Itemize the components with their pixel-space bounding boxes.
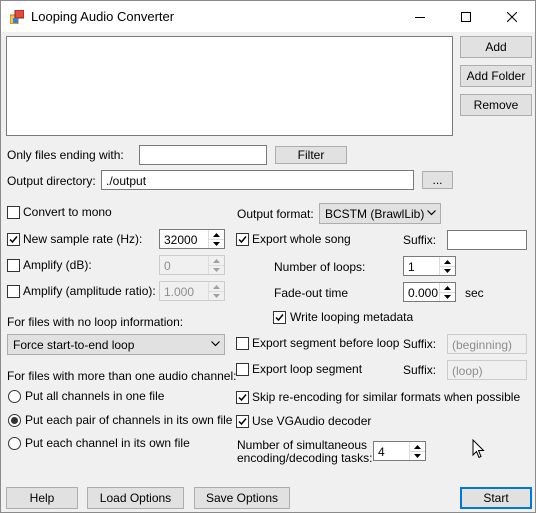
window-title: Looping Audio Converter: [31, 9, 175, 24]
export-before-label: Export segment before loop: [252, 336, 400, 350]
loops-label: Number of loops:: [274, 260, 366, 274]
spin-down-icon[interactable]: [209, 239, 224, 248]
radio-pair-channels-label: Put each pair of channels in its own fil…: [25, 413, 233, 427]
amplify-db-value: 0: [164, 259, 171, 273]
maximize-icon: [461, 11, 471, 22]
close-button[interactable]: [489, 1, 535, 32]
amplify-ratio-checkbox[interactable]: [7, 285, 20, 298]
radio-all-channels[interactable]: [8, 390, 21, 403]
minimize-icon: [415, 16, 425, 18]
load-options-button[interactable]: Load Options: [87, 487, 184, 509]
checkmark-icon: [275, 314, 284, 322]
sample-rate-spinner[interactable]: 32000: [159, 229, 225, 249]
no-loop-selected: Force start-to-end loop: [13, 338, 135, 352]
amplify-ratio-label: Amplify (amplitude ratio):: [23, 284, 156, 298]
tasks-label-line1: Number of simultaneous: [237, 438, 368, 452]
export-whole-suffix-label: Suffix:: [403, 233, 437, 247]
convert-mono-label: Convert to mono: [23, 205, 112, 219]
export-loop-label: Export loop segment: [252, 362, 363, 376]
export-loop-checkbox[interactable]: [236, 363, 249, 376]
fadeout-unit: sec: [465, 286, 484, 300]
spin-down-icon[interactable]: [410, 451, 425, 460]
fadeout-label: Fade-out time: [274, 286, 349, 300]
radio-each-channel[interactable]: [8, 437, 21, 450]
maximize-button[interactable]: [443, 1, 489, 32]
output-dir-label: Output directory:: [7, 174, 96, 188]
amplify-db-spinner[interactable]: 0: [159, 255, 225, 275]
browse-button[interactable]: ...: [422, 171, 453, 189]
add-folder-button[interactable]: Add Folder: [460, 65, 532, 87]
radio-pair-channels[interactable]: [8, 414, 21, 427]
checkmark-icon: [238, 418, 247, 426]
no-loop-label: For files with no loop information:: [7, 315, 184, 329]
tasks-label-line2: encoding/decoding tasks:: [237, 451, 373, 465]
help-button[interactable]: Help: [6, 487, 78, 509]
spin-down-icon[interactable]: [440, 292, 455, 301]
app-icon: [10, 10, 24, 24]
vgaudio-label: Use VGAudio decoder: [252, 414, 372, 428]
amplify-db-label: Amplify (dB):: [23, 258, 92, 272]
skip-reencode-label: Skip re-encoding for similar formats whe…: [252, 390, 521, 404]
vgaudio-checkbox[interactable]: [236, 415, 249, 428]
main-window: Looping Audio Converter Add Add Folder R…: [0, 0, 536, 513]
spin-down-icon[interactable]: [209, 291, 224, 300]
skip-reencode-checkbox[interactable]: [236, 391, 249, 404]
spin-down-icon[interactable]: [440, 266, 455, 275]
amplify-ratio-spinner[interactable]: 1.000: [159, 281, 225, 301]
close-icon: [507, 11, 517, 22]
export-before-suffix-input[interactable]: (beginning): [447, 334, 527, 354]
loops-spinner[interactable]: 1: [403, 256, 456, 276]
export-loop-suffix-label: Suffix:: [403, 363, 437, 377]
no-loop-dropdown[interactable]: Force start-to-end loop: [7, 334, 225, 355]
output-format-selected: BCSTM (BrawlLib): [325, 207, 425, 221]
minimize-button[interactable]: [397, 1, 443, 32]
sample-rate-label: New sample rate (Hz):: [23, 232, 143, 246]
radio-all-channels-label: Put all channels in one file: [25, 389, 165, 403]
output-format-label: Output format:: [237, 207, 314, 221]
export-before-checkbox[interactable]: [236, 337, 249, 350]
export-whole-checkbox[interactable]: [236, 233, 249, 246]
write-meta-label: Write looping metadata: [290, 310, 414, 324]
export-whole-label: Export whole song: [252, 232, 351, 246]
remove-button[interactable]: Remove: [460, 94, 532, 116]
fadeout-spinner[interactable]: 0.000: [403, 282, 456, 302]
title-bar: Looping Audio Converter: [1, 1, 535, 32]
add-button[interactable]: Add: [460, 36, 532, 58]
mouse-cursor-icon: [472, 439, 485, 459]
loops-value: 1: [408, 260, 415, 274]
save-options-button[interactable]: Save Options: [194, 487, 290, 509]
sample-rate-checkbox[interactable]: [7, 233, 20, 246]
output-format-dropdown[interactable]: BCSTM (BrawlLib): [319, 203, 441, 224]
chevron-down-icon: [427, 210, 436, 216]
fadeout-value: 0.000: [408, 286, 439, 300]
convert-mono-checkbox[interactable]: [7, 206, 20, 219]
filter-label: Only files ending with:: [7, 148, 124, 162]
output-dir-input[interactable]: ./output: [101, 170, 414, 190]
checkmark-icon: [238, 394, 247, 402]
write-meta-checkbox[interactable]: [273, 311, 286, 324]
spin-down-icon[interactable]: [209, 265, 224, 274]
export-loop-suffix-input[interactable]: (loop): [447, 360, 527, 380]
filter-button[interactable]: Filter: [275, 146, 347, 164]
tasks-value: 4: [378, 445, 385, 459]
sample-rate-value: 32000: [164, 233, 198, 247]
export-before-suffix-label: Suffix:: [403, 337, 437, 351]
chevron-down-icon: [211, 341, 220, 347]
amplify-db-checkbox[interactable]: [7, 259, 20, 272]
checkmark-icon: [9, 236, 18, 244]
file-list[interactable]: [6, 36, 453, 136]
radio-each-channel-label: Put each channel in its own file: [25, 436, 190, 450]
tasks-spinner[interactable]: 4: [373, 441, 426, 461]
channels-label: For files with more than one audio chann…: [7, 369, 237, 383]
checkmark-icon: [238, 236, 247, 244]
filter-input[interactable]: [139, 145, 267, 165]
export-whole-suffix-input[interactable]: [447, 230, 527, 250]
amplify-ratio-value: 1.000: [164, 285, 195, 299]
start-button[interactable]: Start: [460, 487, 532, 509]
